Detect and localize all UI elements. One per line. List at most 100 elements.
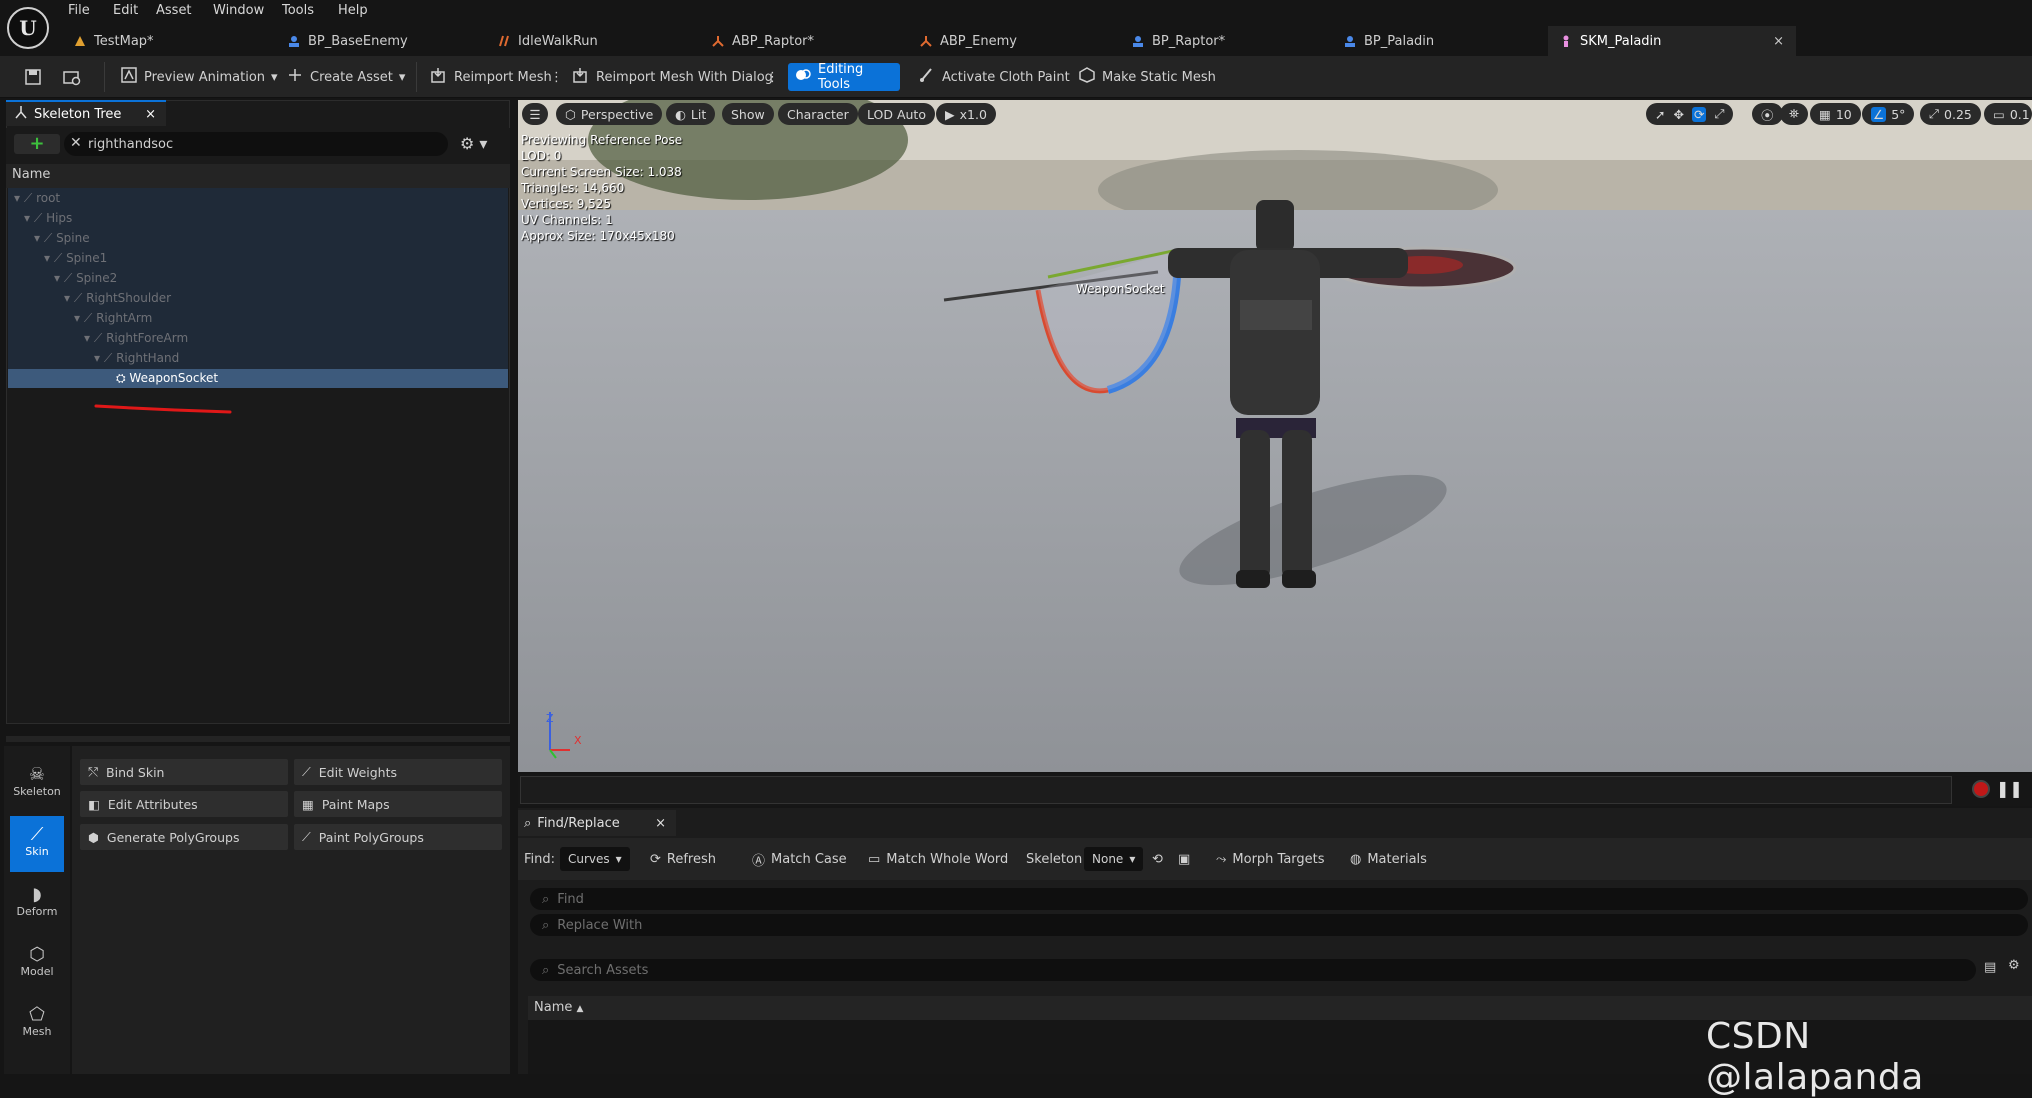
find-field[interactable]: ⌕ Find — [530, 888, 2028, 910]
menu-tools[interactable]: Tools — [282, 3, 314, 18]
paint-maps-button[interactable]: ▦ Paint Maps — [294, 791, 502, 817]
anim-blueprint-icon — [920, 35, 932, 47]
tree-row-root[interactable]: ▾ ⟋ root — [14, 189, 60, 207]
menu-edit[interactable]: Edit — [113, 3, 138, 18]
play-rate-button[interactable]: ▶ x1.0 — [936, 103, 996, 125]
match-case-toggle[interactable]: Ⓐ Match Case — [752, 847, 847, 871]
reimport-mesh-button[interactable]: Reimport Mesh — [424, 63, 558, 91]
category-mesh[interactable]: ⬠ Mesh — [10, 996, 64, 1052]
browse-folder-icon[interactable]: ▣ — [1178, 847, 1190, 871]
skeleton-search-input[interactable] — [88, 134, 428, 154]
panel-splitter[interactable] — [6, 736, 510, 742]
select-icon[interactable]: ➚ — [1655, 107, 1665, 122]
find-replace-tab[interactable]: ⌕ Find/Replace × — [518, 810, 676, 836]
unreal-logo-icon[interactable]: U — [7, 7, 49, 49]
character-button[interactable]: Character — [778, 103, 858, 125]
menu-help[interactable]: Help — [338, 3, 368, 18]
viewport-menu-icon[interactable]: ☰ — [522, 103, 548, 125]
use-selected-icon[interactable]: ⟲ — [1152, 847, 1163, 871]
category-skeleton[interactable]: ☠ Skeleton — [10, 756, 64, 812]
tree-row-spine2[interactable]: ▾ ⟋ Spine2 — [54, 269, 117, 287]
bone-icon: ▾ ⟋ — [74, 311, 97, 325]
settings-gear-icon[interactable]: ⚙ — [2008, 958, 2020, 973]
timeline-scrubber[interactable] — [520, 776, 1952, 804]
generate-polygroups-button[interactable]: ⬢ Generate PolyGroups — [80, 824, 288, 850]
tab-close-icon[interactable]: × — [1773, 34, 1784, 49]
pill-label: Show — [731, 106, 765, 122]
morph-targets-button[interactable]: ⤳ Morph Targets — [1216, 847, 1325, 871]
find-mode-dropdown[interactable]: Curves ▾ — [560, 847, 630, 871]
preview-viewport[interactable] — [518, 100, 2032, 772]
clear-search-icon[interactable]: ✕ — [70, 135, 82, 151]
transform-tools-group[interactable]: ➚ ✥ ⟳ ⤢ — [1646, 103, 1734, 125]
tree-row-spine1[interactable]: ▾ ⟋ Spine1 — [44, 249, 107, 267]
perspective-button[interactable]: ⬡ Perspective — [556, 103, 663, 125]
tab-bp-baseenemy[interactable]: BP_BaseEnemy — [276, 26, 476, 56]
camera-value: 0.1 — [2009, 106, 2030, 122]
make-static-mesh-button[interactable]: Make Static Mesh — [1072, 63, 1222, 91]
lod-button[interactable]: LOD Auto — [858, 103, 935, 125]
camera-speed-button[interactable]: ▭ 0.1 — [1984, 103, 2032, 125]
skeleton-column-header[interactable]: Name — [6, 164, 510, 188]
tab-idlewalkrun[interactable]: IdleWalkRun — [486, 26, 686, 56]
skeleton-tree-tab[interactable]: Skeleton Tree × — [6, 100, 166, 126]
refresh-button[interactable]: ⟳ Refresh — [650, 847, 716, 871]
category-deform[interactable]: ◗ Deform — [10, 876, 64, 932]
scale-snap-button[interactable]: ⤢ 0.25 — [1920, 103, 1981, 125]
preview-animation-button[interactable]: Preview Animation ▾ — [114, 63, 284, 91]
lit-button[interactable]: ◐ Lit — [666, 103, 716, 125]
pause-icon[interactable]: ❚❚ — [1996, 779, 2023, 798]
tab-close-icon[interactable]: × — [145, 107, 156, 122]
show-button[interactable]: Show — [722, 103, 774, 125]
search-assets-field[interactable]: ⌕ Search Assets — [530, 959, 1976, 981]
tree-row-rightarm[interactable]: ▾ ⟋ RightArm — [74, 309, 152, 327]
tree-row-spine[interactable]: ▾ ⟋ Spine — [34, 229, 90, 247]
tab-abp-enemy[interactable]: ABP_Enemy — [908, 26, 1108, 56]
editing-tools-button[interactable]: Editing Tools — [788, 62, 900, 92]
viewport-info-line: Current Screen Size: 1.038 — [521, 165, 682, 179]
angle-snap-button[interactable]: ∠ 5° — [1862, 103, 1915, 125]
skeleton-dropdown[interactable]: None ▾ — [1084, 847, 1144, 871]
replace-field[interactable]: ⌕ Replace With — [530, 914, 2028, 936]
world-local-icon[interactable]: ⦿ — [1752, 103, 1783, 125]
bone-icon: ▾ ⟋ — [54, 271, 77, 285]
category-model[interactable]: ⬡ Model — [10, 936, 64, 992]
scale-icon[interactable]: ⤢ — [1714, 106, 1724, 122]
category-skin[interactable]: ⟋ Skin — [10, 816, 64, 872]
bone-icon: ▾ ⟋ — [94, 351, 117, 365]
more-options-icon[interactable]: ⋮ — [760, 63, 785, 91]
tab-bp-raptor[interactable]: BP_Raptor* — [1120, 26, 1320, 56]
menu-window[interactable]: Window — [213, 3, 264, 18]
rotate-icon[interactable]: ⟳ — [1691, 106, 1707, 122]
edit-attributes-button[interactable]: ◧ Edit Attributes — [80, 791, 288, 817]
surface-snap-icon[interactable]: ⛯ — [1780, 103, 1809, 125]
tab-testmap[interactable]: TestMap* — [62, 26, 262, 56]
tree-row-hips[interactable]: ▾ ⟋ Hips — [24, 209, 72, 227]
browse-asset-icon[interactable] — [56, 63, 88, 91]
menu-asset[interactable]: Asset — [156, 3, 192, 18]
edit-weights-button[interactable]: ⟋ Edit Weights — [294, 759, 502, 785]
tab-bp-paladin[interactable]: BP_Paladin — [1332, 26, 1532, 56]
reimport-mesh-dialog-button[interactable]: Reimport Mesh With Dialog — [566, 63, 779, 91]
tab-abp-raptor[interactable]: ABP_Raptor* — [700, 26, 900, 56]
tab-skm-paladin[interactable]: SKM_Paladin × — [1548, 26, 1796, 56]
settings-gear-icon[interactable]: ⚙ ▾ — [460, 134, 487, 153]
menu-file[interactable]: File — [68, 3, 90, 18]
create-asset-button[interactable]: Create Asset ▾ — [280, 63, 411, 91]
activate-cloth-paint-button[interactable]: Activate Cloth Paint — [912, 63, 1076, 91]
tree-row-righthand[interactable]: ▾ ⟋ RightHand — [94, 349, 179, 367]
materials-button[interactable]: ◍ Materials — [1350, 847, 1427, 871]
add-bone-button[interactable]: + — [14, 134, 60, 154]
folder-icon[interactable]: ▤ — [1984, 960, 1996, 975]
grid-snap-button[interactable]: ▦ 10 — [1810, 103, 1861, 125]
paint-polygroups-button[interactable]: ⟋ Paint PolyGroups — [294, 824, 502, 850]
match-whole-word-toggle[interactable]: ▭ Match Whole Word — [868, 847, 1008, 871]
tree-row-weaponsocket[interactable]: ⛭ WeaponSocket — [116, 369, 218, 387]
record-icon[interactable] — [1972, 780, 1990, 798]
tab-close-icon[interactable]: × — [655, 816, 666, 831]
tree-row-rightforearm[interactable]: ▾ ⟋ RightForeArm — [84, 329, 188, 347]
translate-icon[interactable]: ✥ — [1673, 107, 1683, 122]
bind-skin-button[interactable]: ⤲ Bind Skin — [80, 759, 288, 785]
save-icon[interactable] — [18, 63, 48, 91]
tree-row-rightshoulder[interactable]: ▾ ⟋ RightShoulder — [64, 289, 171, 307]
